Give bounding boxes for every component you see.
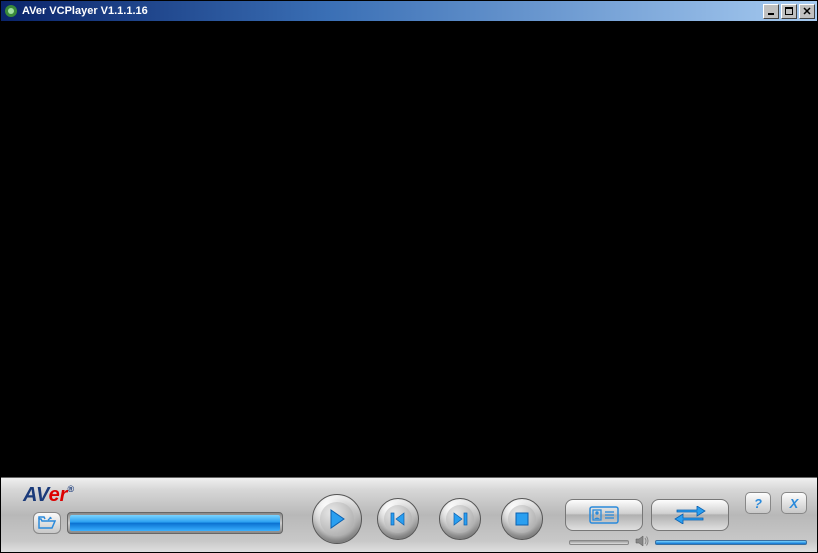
- help-icon: ?: [754, 496, 762, 511]
- control-panel: AVer®: [1, 477, 817, 552]
- volume-slider[interactable]: [655, 540, 807, 545]
- skip-next-icon: [446, 505, 474, 533]
- stop-icon: [508, 505, 536, 533]
- contact-card-button[interactable]: [565, 499, 643, 531]
- contact-card-icon: [589, 506, 619, 524]
- video-display-area[interactable]: [1, 21, 817, 477]
- app-window: AVer VCPlayer V1.1.1.16 AVer®: [0, 0, 818, 553]
- secondary-track[interactable]: [569, 540, 629, 545]
- close-button[interactable]: [799, 4, 815, 19]
- window-controls: [763, 4, 815, 19]
- minimize-button[interactable]: [763, 4, 779, 19]
- maximize-button[interactable]: [781, 4, 797, 19]
- window-title: AVer VCPlayer V1.1.1.16: [22, 5, 763, 17]
- stop-button[interactable]: [501, 498, 543, 540]
- app-icon: [3, 3, 19, 19]
- play-icon: [320, 502, 354, 536]
- playback-progress-bar[interactable]: [67, 512, 283, 534]
- logo-tm: ®: [67, 484, 74, 494]
- skip-previous-icon: [384, 505, 412, 533]
- brand-logo: AVer®: [23, 484, 74, 507]
- previous-button[interactable]: [377, 498, 419, 540]
- swap-button[interactable]: [651, 499, 729, 531]
- next-button[interactable]: [439, 498, 481, 540]
- speaker-icon[interactable]: [635, 535, 649, 547]
- progress-fill: [70, 515, 280, 531]
- logo-accent: er: [49, 484, 68, 506]
- close-x-icon: X: [790, 496, 799, 511]
- swap-arrows-icon: [673, 506, 707, 524]
- logo-prefix: AV: [23, 484, 49, 506]
- folder-open-icon: [38, 516, 56, 530]
- help-button[interactable]: ?: [745, 492, 771, 514]
- play-button[interactable]: [312, 494, 362, 544]
- titlebar[interactable]: AVer VCPlayer V1.1.1.16: [1, 1, 817, 21]
- exit-button[interactable]: X: [781, 492, 807, 514]
- open-file-button[interactable]: [33, 512, 61, 534]
